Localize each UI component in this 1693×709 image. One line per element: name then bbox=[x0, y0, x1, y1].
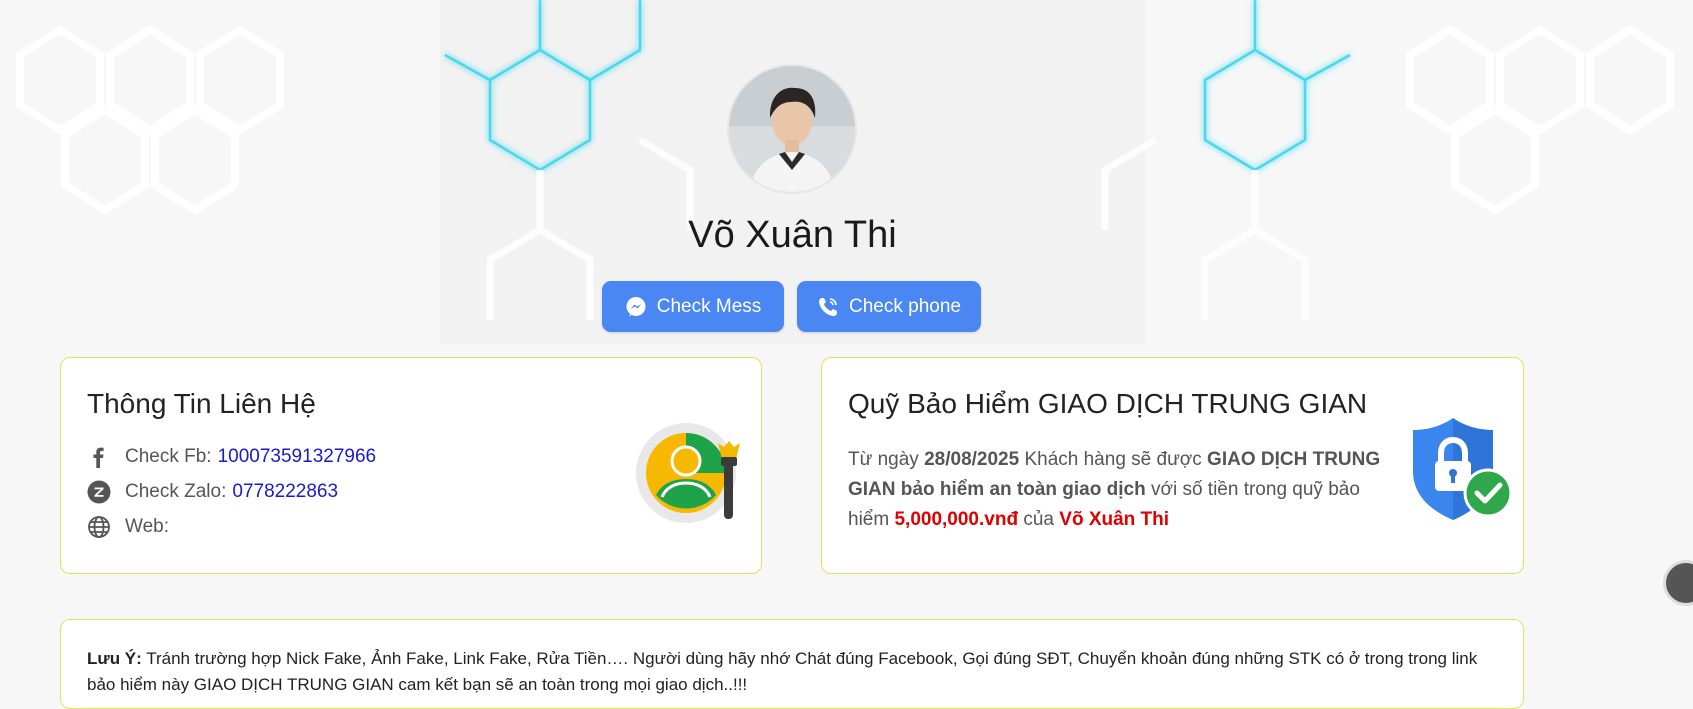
contact-row-web: Web: bbox=[87, 515, 175, 539]
insurance-text-1: Từ ngày bbox=[848, 449, 925, 470]
contact-row-facebook: Check Fb: 100073591327966 bbox=[87, 445, 376, 469]
warning-note-text: Lưu Ý: Tránh trường hợp Nick Fake, Ảnh F… bbox=[87, 646, 1507, 698]
insurance-card-title: Quỹ Bảo Hiểm GIAO DỊCH TRUNG GIAN bbox=[848, 388, 1368, 419]
check-phone-label: Check phone bbox=[849, 295, 961, 317]
contact-user-icon bbox=[636, 413, 746, 528]
insurance-date: 28/08/2025 bbox=[924, 449, 1020, 470]
contact-card-title: Thông Tin Liên Hệ bbox=[87, 388, 316, 419]
zalo-number-link[interactable]: 0778222863 bbox=[232, 481, 338, 503]
zalo-icon bbox=[87, 480, 111, 504]
web-label: Web: bbox=[125, 516, 170, 537]
contact-row-zalo: Check Zalo: 0778222863 bbox=[87, 480, 338, 504]
warning-note-card: Lưu Ý: Tránh trường hợp Nick Fake, Ảnh F… bbox=[60, 619, 1524, 709]
check-mess-button[interactable]: Check Mess bbox=[602, 281, 784, 332]
insurance-amount: 5,000,000.vnđ bbox=[894, 509, 1019, 530]
insurance-owner: Võ Xuân Thi bbox=[1059, 509, 1170, 530]
globe-icon bbox=[87, 515, 111, 539]
profile-avatar bbox=[729, 66, 855, 192]
insurance-text-2: Khách hàng sẽ được bbox=[1019, 449, 1208, 470]
profile-name: Võ Xuân Thi bbox=[688, 214, 897, 256]
insurance-description: Từ ngày 28/08/2025 Khách hàng sẽ được GI… bbox=[848, 445, 1398, 535]
phone-icon bbox=[817, 296, 839, 318]
check-mess-label: Check Mess bbox=[656, 295, 762, 317]
messenger-icon bbox=[625, 296, 647, 318]
note-label: Lưu Ý: bbox=[87, 649, 142, 668]
contact-info-card: Thông Tin Liên Hệ Check Fb: 100073591327… bbox=[60, 357, 762, 574]
facebook-id-link[interactable]: 100073591327966 bbox=[218, 446, 377, 468]
scroll-to-top-widget[interactable] bbox=[1663, 560, 1693, 606]
facebook-label: Check Fb: bbox=[125, 446, 212, 467]
zalo-label: Check Zalo: bbox=[125, 481, 227, 502]
insurance-text-4: của bbox=[1018, 509, 1060, 530]
note-body: Tránh trường hợp Nick Fake, Ảnh Fake, Li… bbox=[87, 649, 1478, 694]
insurance-fund-card: Quỹ Bảo Hiểm GIAO DỊCH TRUNG GIAN Từ ngà… bbox=[821, 357, 1524, 574]
shield-lock-icon bbox=[1408, 413, 1518, 528]
check-phone-button[interactable]: Check phone bbox=[797, 281, 981, 332]
facebook-icon bbox=[87, 445, 111, 469]
